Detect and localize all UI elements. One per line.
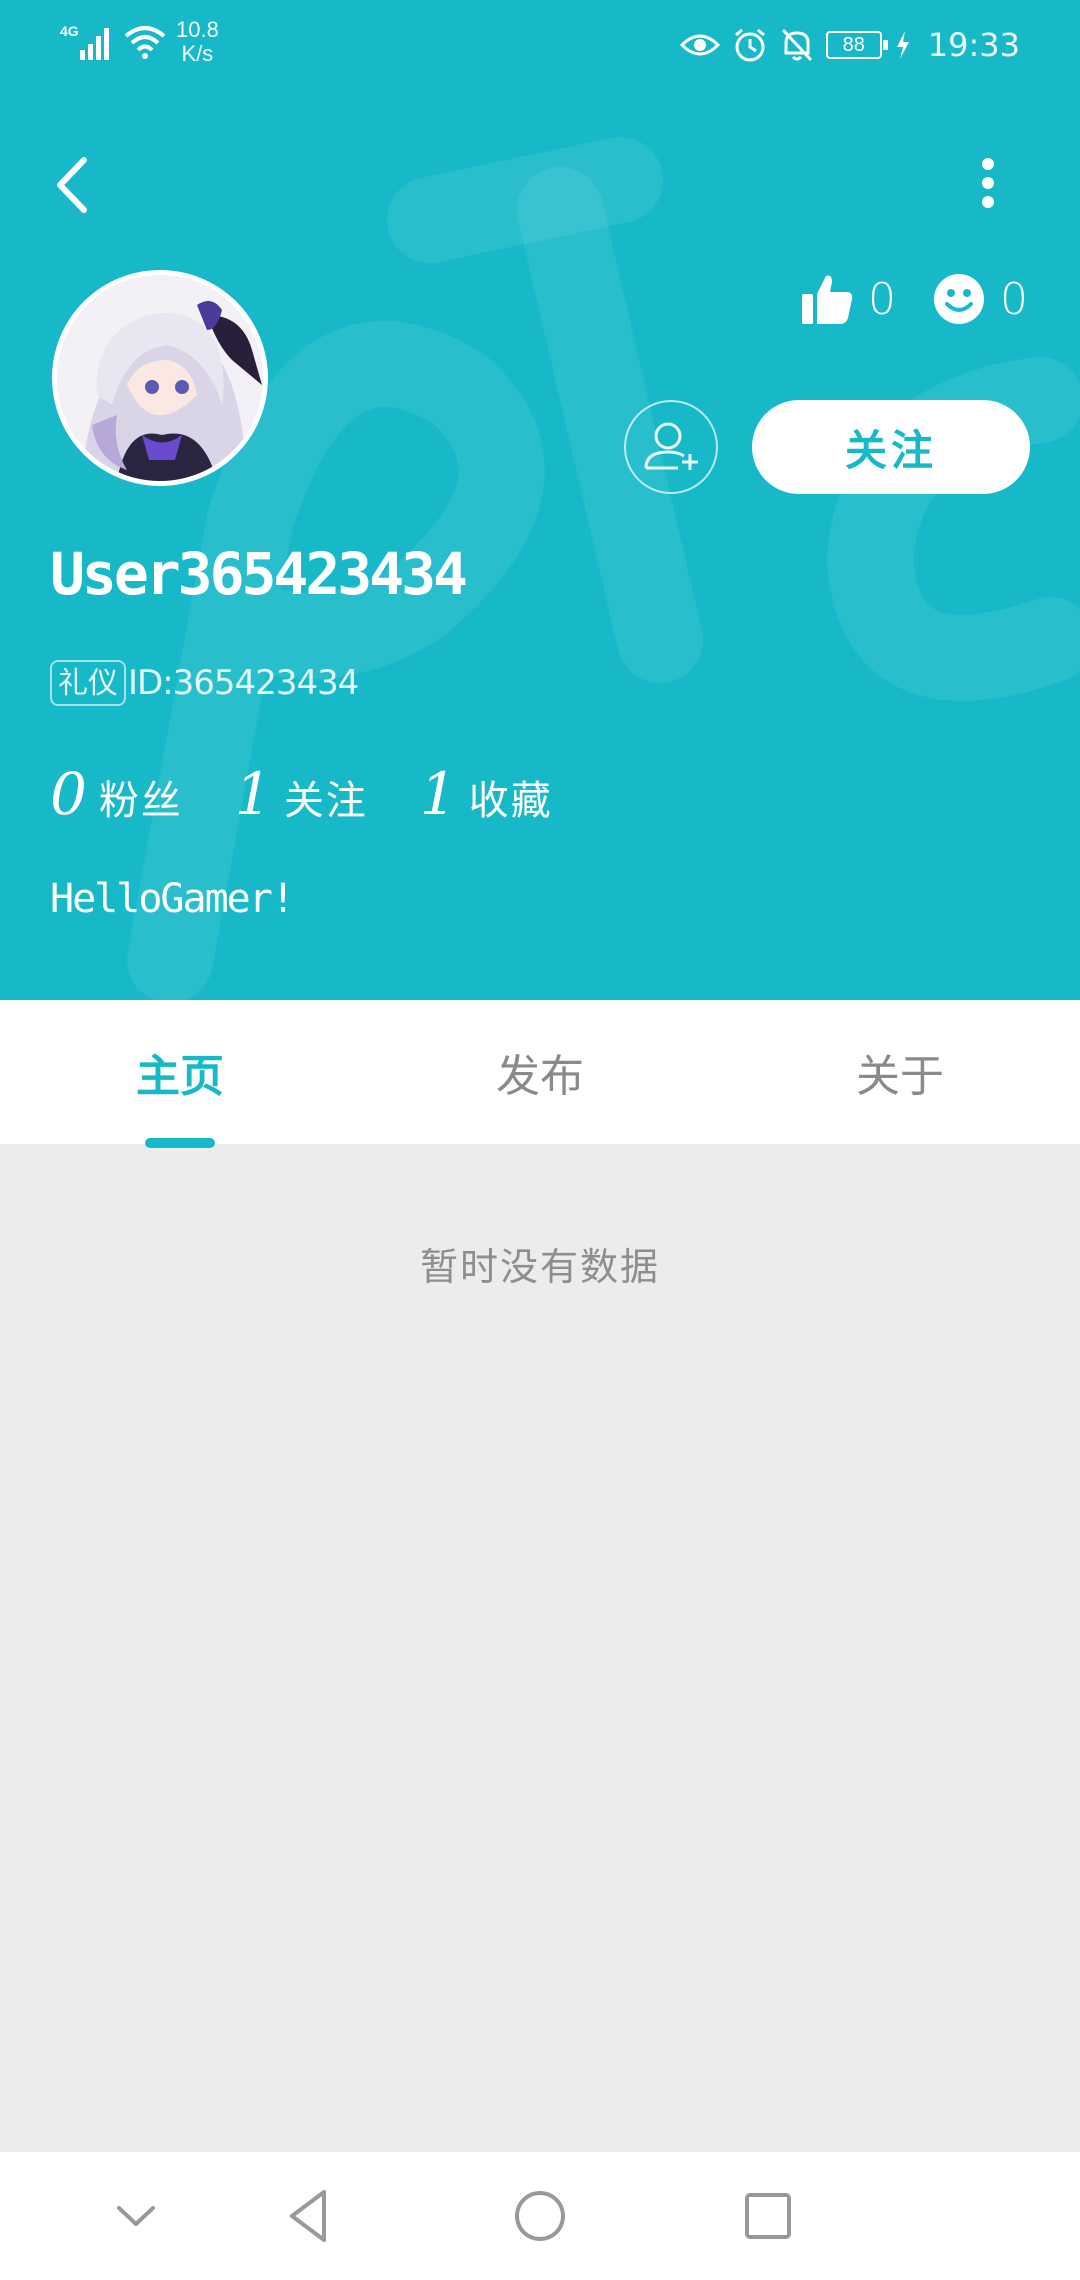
home-circle-icon — [515, 2191, 565, 2241]
smile-icon — [934, 274, 984, 324]
followers-stat[interactable]: 0 粉丝 — [50, 760, 183, 828]
add-friend-button[interactable] — [624, 400, 718, 494]
charging-icon — [896, 31, 909, 59]
back-button[interactable] — [46, 150, 102, 220]
smile-reaction[interactable]: 0 — [932, 272, 1028, 326]
signal-icon: 4G — [60, 23, 109, 60]
battery-icon: 88 — [825, 31, 888, 59]
tab-about[interactable]: 关于 — [720, 1000, 1080, 1144]
tab-home[interactable]: 主页 — [0, 1000, 360, 1144]
nav-back-button[interactable] — [270, 2176, 350, 2256]
status-bar: 4G 10.8 K/s 88 19:33 — [0, 0, 1080, 90]
following-count: 1 — [234, 760, 272, 828]
reactions: 0 0 — [800, 272, 1028, 326]
more-vertical-icon — [982, 158, 994, 208]
stats-row: 0 粉丝 1 关注 1 收藏 — [50, 760, 605, 828]
system-nav-bar — [0, 2152, 1080, 2280]
follow-button[interactable]: 关注 — [752, 400, 1030, 494]
thumbs-up-icon — [802, 275, 853, 324]
tab-posts[interactable]: 发布 — [360, 1000, 720, 1144]
like-count: 0 — [868, 273, 896, 325]
more-options-button[interactable] — [968, 150, 1008, 216]
add-user-icon — [644, 422, 698, 470]
followers-count: 0 — [50, 760, 87, 828]
favorites-count: 1 — [419, 760, 457, 828]
following-label: 关注 — [283, 778, 368, 824]
active-tab-indicator — [145, 1138, 215, 1148]
id-row: 礼仪 ID:365423434 — [50, 660, 359, 706]
net-speed-unit: K/s — [181, 41, 214, 66]
favorites-label: 收藏 — [468, 778, 553, 824]
hide-nav-button[interactable] — [96, 2176, 176, 2256]
wifi-icon — [124, 26, 166, 59]
title-badge: 礼仪 — [50, 660, 126, 706]
following-stat[interactable]: 1 关注 — [235, 760, 368, 828]
hide-nav-icon — [117, 2206, 155, 2226]
nav-home-button[interactable] — [500, 2176, 580, 2256]
eye-comfort-icon — [679, 34, 720, 56]
username: User365423434 — [50, 540, 468, 608]
net-speed-value: 10.8 — [176, 17, 219, 42]
user-bio: HelloGamer! — [50, 876, 295, 922]
profile-header: 4G 10.8 K/s 88 19:33 0 0 关注 User36542343… — [0, 0, 1080, 1000]
avatar[interactable] — [52, 270, 268, 486]
empty-state-message: 暂时没有数据 — [419, 1245, 660, 1289]
back-triangle-icon — [290, 2190, 326, 2242]
recents-square-icon — [745, 2193, 791, 2239]
followers-label: 粉丝 — [98, 778, 183, 824]
mute-icon — [781, 28, 812, 62]
alarm-icon — [734, 28, 765, 62]
nav-recents-button[interactable] — [728, 2176, 808, 2256]
profile-tabs: 主页 发布 关于 — [0, 1000, 1080, 1144]
favorites-stat[interactable]: 1 收藏 — [420, 760, 553, 828]
chevron-left-icon — [57, 157, 87, 213]
watermark-logo — [127, 137, 1080, 1000]
network-type-label: 4G — [60, 23, 79, 39]
like-reaction[interactable]: 0 — [800, 272, 896, 326]
avatar-image — [57, 275, 263, 481]
smile-count: 0 — [1000, 273, 1028, 325]
net-speed: 10.8 K/s — [176, 18, 219, 66]
clock-time: 19:33 — [927, 26, 1020, 64]
user-id: ID:365423434 — [128, 663, 359, 703]
